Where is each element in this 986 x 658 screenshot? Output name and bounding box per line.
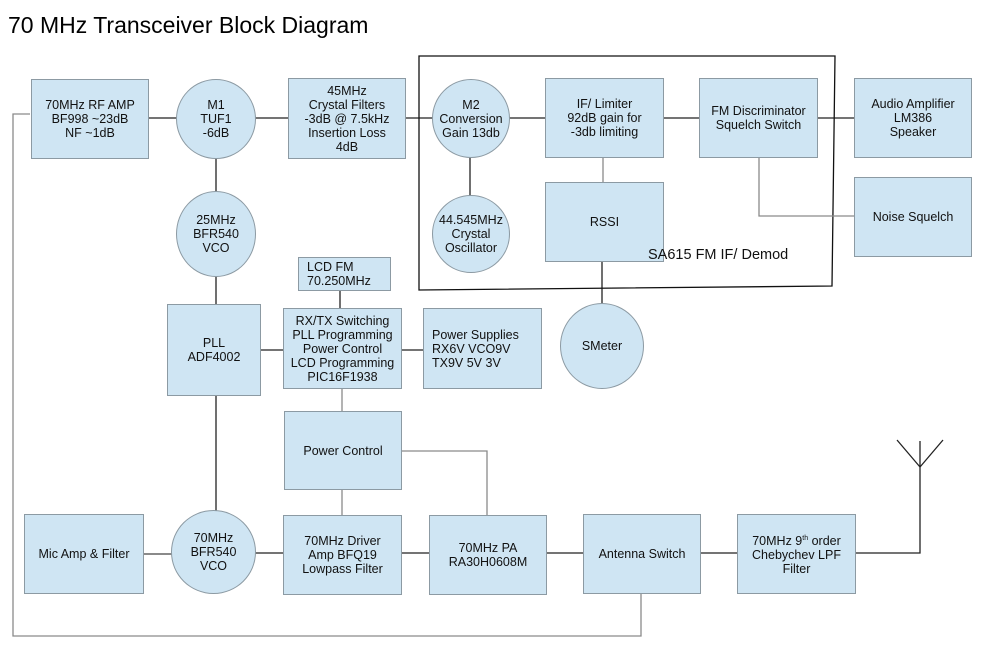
rssi-label: RSSI [589, 215, 620, 229]
smeter-circle: SMeter [560, 303, 644, 389]
lpf-filter-label: 70MHz 9th order Chebychev LPF Filter [752, 532, 841, 576]
wire-powerctrl-pa [401, 450, 488, 515]
power-supplies-block: Power Supplies RX6V VCO9V TX9V 5V 3V [423, 308, 542, 389]
antenna-icon [895, 438, 945, 470]
lcd-display-block: LCD FM 70.250MHz [298, 257, 391, 291]
pll-label: PLL ADF4002 [187, 336, 241, 364]
m2-label: M2 Conversion Gain 13db [439, 97, 503, 140]
vco-25mhz-label: 25MHz BFR540 VCO [193, 213, 239, 255]
wire-fmdisc-squelch [758, 157, 855, 217]
power-amplifier-block: 70MHz PA RA30H0608M [429, 515, 547, 595]
vco-70mhz-circle: 70MHz BFR540 VCO [171, 510, 256, 594]
power-supplies-label: Power Supplies RX6V VCO9V TX9V 5V 3V [432, 327, 519, 370]
fm-discriminator-label: FM Discriminator Squelch Switch [711, 104, 806, 132]
rf-amp-label: 70MHz RF AMP BF998 ~23dB NF ~1dB [45, 98, 135, 140]
microcontroller-block: RX/TX Switching PLL Programming Power Co… [283, 308, 402, 389]
mixer-m2-circle: M2 Conversion Gain 13db [432, 79, 510, 158]
audio-amplifier-label: Audio Amplifier LM386 Speaker [871, 97, 955, 139]
m1-label: M1 TUF1 -6dB [200, 98, 232, 140]
crystal-filters-block: 45MHz Crystal Filters -3dB @ 7.5kHz Inse… [288, 78, 406, 159]
fm-discriminator-block: FM Discriminator Squelch Switch [699, 78, 818, 158]
lcd-display-label: LCD FM 70.250MHz [307, 260, 371, 288]
crystal-filters-label: 45MHz Crystal Filters -3dB @ 7.5kHz Inse… [304, 83, 390, 154]
if-limiter-block: IF/ Limiter 92dB gain for -3db limiting [545, 78, 664, 158]
lpf-text-1: 70MHz 9 [752, 534, 803, 549]
mic-amp-block: Mic Amp & Filter [24, 514, 144, 594]
driver-amp-label: 70MHz Driver Amp BFQ19 Lowpass Filter [302, 534, 383, 576]
smeter-label: SMeter [581, 339, 623, 353]
antenna-switch-label: Antenna Switch [598, 547, 686, 561]
noise-squelch-label: Noise Squelch [872, 210, 954, 224]
audio-amplifier-block: Audio Amplifier LM386 Speaker [854, 78, 972, 158]
vco-70mhz-label: 70MHz BFR540 VCO [190, 531, 237, 573]
rf-amp-block: 70MHz RF AMP BF998 ~23dB NF ~1dB [31, 79, 149, 159]
power-control-block: Power Control [284, 411, 402, 490]
if-limiter-label: IF/ Limiter 92dB gain for -3db limiting [567, 97, 642, 139]
sa615-enclosure-label: SA615 FM IF/ Demod [648, 247, 789, 263]
power-control-label: Power Control [303, 443, 383, 458]
mic-amp-label: Mic Amp & Filter [38, 547, 130, 561]
mixer-m1-circle: M1 TUF1 -6dB [176, 79, 256, 159]
driver-amp-block: 70MHz Driver Amp BFQ19 Lowpass Filter [283, 515, 402, 595]
power-amplifier-label: 70MHz PA RA30H0608M [448, 541, 528, 569]
noise-squelch-block: Noise Squelch [854, 177, 972, 257]
rssi-block: RSSI [545, 182, 664, 262]
crystal-oscillator-circle: 44.545MHz Crystal Oscillator [432, 195, 510, 273]
lpf-filter-block: 70MHz 9th order Chebychev LPF Filter [737, 514, 856, 594]
pll-block: PLL ADF4002 [167, 304, 261, 396]
vco-25mhz-circle: 25MHz BFR540 VCO [176, 191, 256, 277]
crystal-oscillator-label: 44.545MHz Crystal Oscillator [439, 213, 503, 255]
microcontroller-label: RX/TX Switching PLL Programming Power Co… [290, 313, 395, 384]
antenna-switch-block: Antenna Switch [583, 514, 701, 594]
